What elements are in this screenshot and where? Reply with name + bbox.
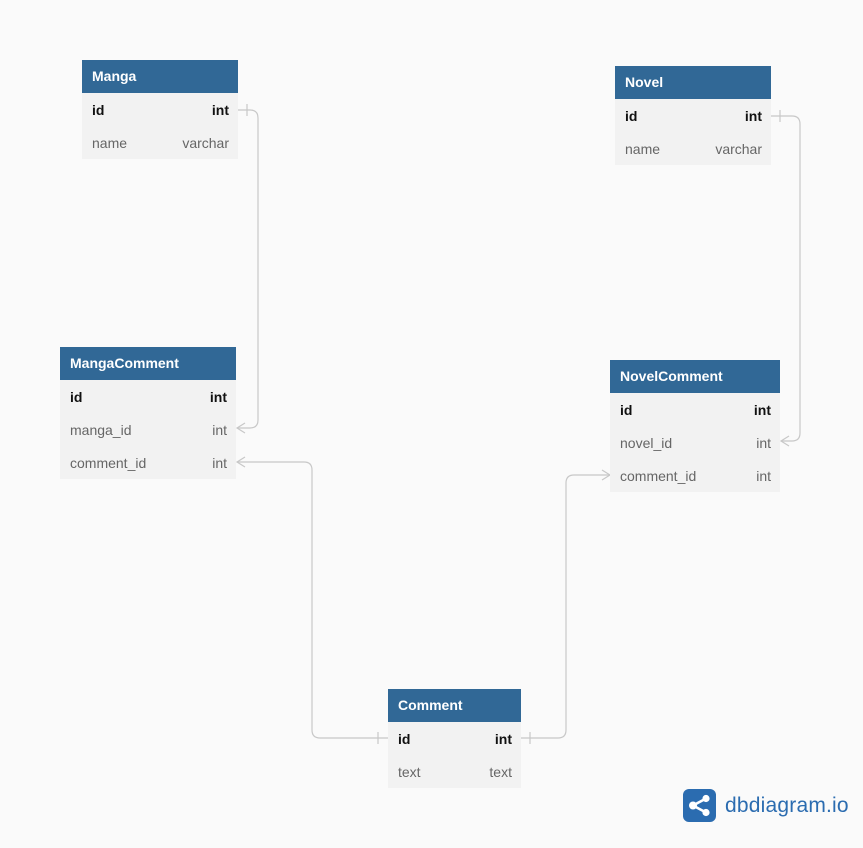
field-name: id: [620, 401, 633, 418]
field-type: text: [489, 763, 512, 780]
field-name: comment_id: [70, 454, 147, 471]
field-type: int: [756, 467, 771, 484]
dbdiagram-logo[interactable]: dbdiagram.io: [683, 789, 849, 822]
table-manga[interactable]: Manga id int name varchar: [82, 60, 238, 159]
logo-text: dbdiagram.io: [725, 793, 849, 817]
field-row[interactable]: id int: [388, 722, 521, 755]
field-name: novel_id: [620, 434, 673, 451]
field-row[interactable]: id int: [82, 93, 238, 126]
field-row[interactable]: id int: [60, 380, 236, 413]
link-comment-mangacomment: [237, 461, 388, 739]
field-row[interactable]: id int: [615, 99, 771, 132]
table-novelcomment[interactable]: NovelComment id int novel_id int comment…: [610, 360, 780, 492]
field-name: comment_id: [620, 467, 697, 484]
field-type: int: [494, 730, 512, 747]
field-type: varchar: [182, 134, 229, 151]
field-row[interactable]: name varchar: [615, 132, 771, 165]
share-nodes-icon: [683, 789, 716, 822]
field-name: id: [70, 388, 83, 405]
table-comment[interactable]: Comment id int text text: [388, 689, 521, 788]
field-type: varchar: [715, 140, 762, 157]
field-name: id: [92, 101, 105, 118]
field-type: int: [753, 401, 771, 418]
table-header[interactable]: MangaComment: [60, 347, 236, 380]
field-name: name: [92, 134, 128, 151]
field-row[interactable]: comment_id int: [610, 459, 780, 492]
link-comment-novelcomment: [521, 474, 610, 739]
table-header[interactable]: Novel: [615, 66, 771, 99]
field-row[interactable]: novel_id int: [610, 426, 780, 459]
field-name: id: [398, 730, 411, 747]
field-type: int: [211, 101, 229, 118]
field-name: id: [625, 107, 638, 124]
field-name: name: [625, 140, 661, 157]
field-type: int: [212, 421, 227, 438]
field-name: manga_id: [70, 421, 132, 438]
field-row[interactable]: text text: [388, 755, 521, 788]
field-type: int: [744, 107, 762, 124]
field-name: text: [398, 763, 421, 780]
table-header[interactable]: NovelComment: [610, 360, 780, 393]
table-header[interactable]: Manga: [82, 60, 238, 93]
table-header[interactable]: Comment: [388, 689, 521, 722]
field-row[interactable]: name varchar: [82, 126, 238, 159]
field-type: int: [212, 454, 227, 471]
table-mangacomment[interactable]: MangaComment id int manga_id int comment…: [60, 347, 236, 479]
table-novel[interactable]: Novel id int name varchar: [615, 66, 771, 165]
field-row[interactable]: manga_id int: [60, 413, 236, 446]
link-manga-mangacomment: [237, 109, 259, 429]
field-row[interactable]: id int: [610, 393, 780, 426]
field-type: int: [209, 388, 227, 405]
field-row[interactable]: comment_id int: [60, 446, 236, 479]
field-type: int: [756, 434, 771, 451]
diagram-canvas[interactable]: Manga id int name varchar Novel id int n…: [0, 0, 863, 848]
